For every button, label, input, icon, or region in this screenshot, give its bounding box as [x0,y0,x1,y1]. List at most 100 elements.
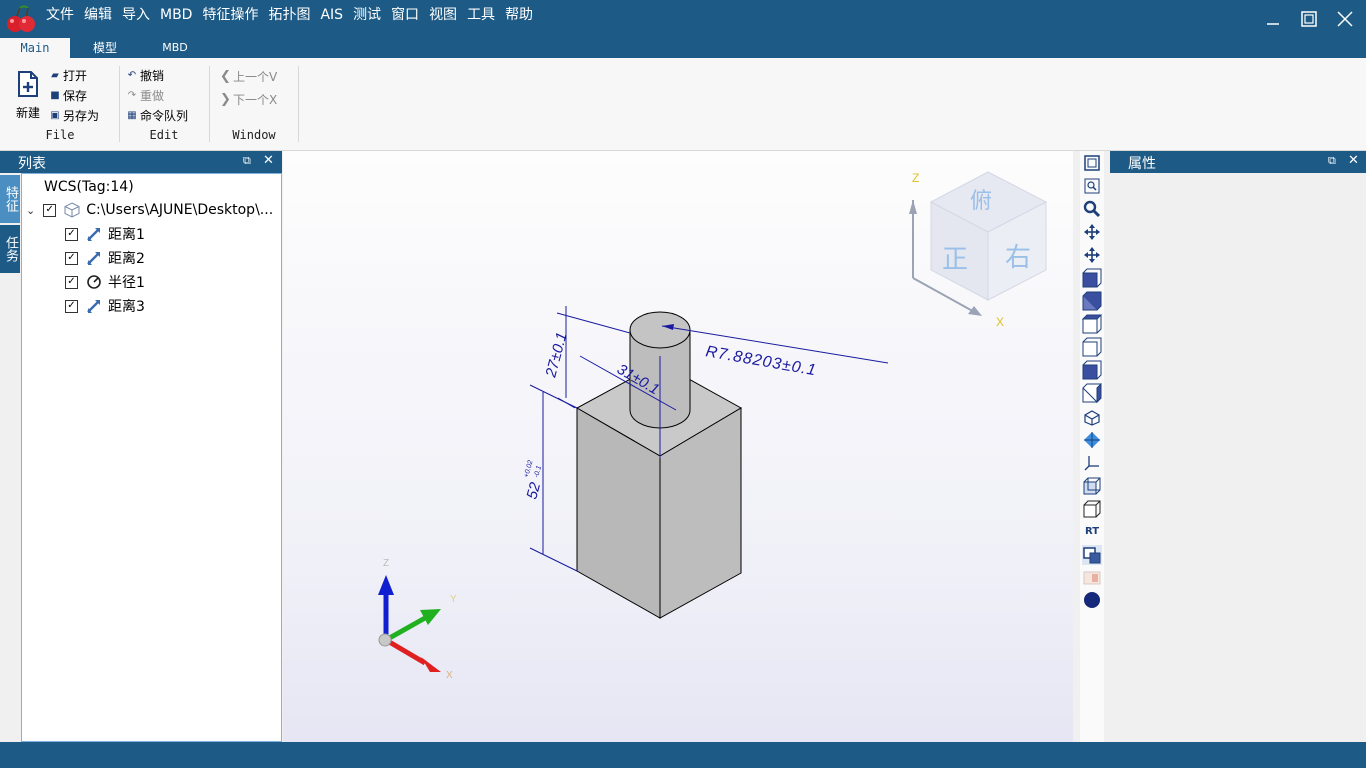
tree-root[interactable]: WCS(Tag:14) [44,175,134,199]
menu-edit[interactable]: 编辑 [84,0,120,30]
menu-window[interactable]: 窗口 [391,0,427,30]
redo-button[interactable]: ↷ 重做 [127,85,164,105]
tree-file-node[interactable]: ⌄ ✓ C:\Users\AJUNE\Desktop\... [26,198,273,222]
ribbon-divider [209,66,210,142]
box-button[interactable] [1082,499,1102,519]
menu-mbd[interactable]: MBD [160,0,200,30]
command-queue-label: 命令队列 [140,108,189,123]
color-button[interactable] [1082,590,1102,610]
command-queue-button[interactable]: ▦ 命令队列 [127,105,188,125]
zoom-window-button[interactable] [1082,176,1102,196]
tree-checkbox[interactable]: ✓ [65,251,78,265]
chevron-left-icon: ❮ [220,68,231,84]
menu-test[interactable]: 测试 [353,0,389,30]
shaded-button[interactable] [1082,430,1102,450]
dimension-icon [87,300,100,313]
menu-import[interactable]: 导入 [122,0,158,30]
group-label-file: File [45,128,75,142]
zoom-button[interactable] [1082,199,1102,219]
menu-tools[interactable]: 工具 [467,0,503,30]
save-label: 保存 [63,88,88,103]
new-label: 新建 [15,106,40,120]
selection-icon [1083,547,1101,564]
selection-button[interactable] [1082,545,1102,565]
tree-item-label: 半径1 [108,275,145,291]
save-as-label: 另存为 [63,108,100,123]
prev-window-button[interactable]: ❮ 上一个V [220,66,277,86]
rotate-icon [1084,247,1100,263]
view-right-icon[interactable] [1082,382,1102,404]
properties-panel-header: 属性 ⧉ ✕ [1110,151,1366,173]
next-window-button[interactable]: ❯ 下一个X [220,89,277,109]
undo-button[interactable]: ↶ 撤销 [127,65,164,85]
pan-button[interactable] [1082,222,1102,242]
view-front-icon[interactable] [1082,268,1102,288]
close-button[interactable] [1322,0,1366,38]
tree-item-distance1[interactable]: ✓ 距离1 [65,222,145,246]
model-canvas[interactable]: 27±0.1 31±0.1 52 +0.02 -0.1 R7.88203±0.1… [283,151,1073,742]
new-file-icon [18,71,38,97]
open-button[interactable]: ▰ 打开 [50,65,87,85]
tab-model[interactable]: 模型 [70,38,140,58]
prev-window-label: 上一个V [233,69,278,84]
3d-viewport[interactable]: 27±0.1 31±0.1 52 +0.02 -0.1 R7.88203±0.1… [283,151,1073,742]
tree-root-label: WCS(Tag:14) [44,179,134,195]
view-left-icon[interactable] [1082,360,1102,380]
new-button[interactable]: 新建 [12,70,44,124]
close-icon [1337,11,1353,27]
menu-file[interactable]: 文件 [46,0,82,30]
material-button[interactable] [1082,568,1102,588]
tree-item-radius1[interactable]: ✓ 半径1 [65,270,145,294]
dimension-icon [87,228,100,241]
menu-help[interactable]: 帮助 [505,0,541,30]
tab-main[interactable]: Main [0,38,70,58]
chevron-down-icon[interactable]: ⌄ [26,204,35,217]
view-top-icon[interactable] [1081,314,1103,334]
menu-feature-ops[interactable]: 特征操作 [202,0,266,30]
next-window-label: 下一个X [233,92,278,107]
redo-icon: ↷ [127,89,137,101]
undo-icon: ↶ [127,69,137,81]
rotate-button[interactable] [1082,245,1102,265]
ribbon-divider [119,66,120,142]
save-button[interactable]: ■ 保存 [50,85,87,105]
tree-item-distance2[interactable]: ✓ 距离2 [65,246,145,270]
list-panel-title: 列表 [18,156,46,172]
view-bottom-icon[interactable] [1082,337,1102,357]
view-cube[interactable]: Z X 俯 正 右 [909,171,1048,329]
menu-topology[interactable]: 拓扑图 [268,0,318,30]
axes-button[interactable] [1082,453,1102,473]
view-iso-button[interactable] [1082,408,1102,428]
float-panel-icon[interactable]: ⧉ [243,154,251,168]
float-panel-icon[interactable]: ⧉ [1328,154,1336,168]
zoom-icon [1083,200,1101,218]
radius-icon [87,275,101,289]
tree-checkbox[interactable]: ✓ [65,275,78,289]
tree-checkbox[interactable]: ✓ [65,227,78,241]
group-label-edit: Edit [149,128,179,142]
view-back-icon[interactable] [1082,291,1102,311]
tree-checkbox[interactable]: ✓ [43,203,57,217]
tab-mbd[interactable]: MBD [140,38,210,58]
shaded-icon [1084,432,1100,448]
minimize-icon [1267,23,1279,25]
fit-all-button[interactable] [1082,153,1102,173]
rt-button[interactable]: RT [1082,521,1102,541]
save-as-button[interactable]: ▣ 另存为 [50,105,99,125]
close-panel-icon[interactable]: ✕ [1348,153,1359,168]
tree-file-label: C:\Users\AJUNE\Desktop\... [86,202,274,218]
close-panel-icon[interactable]: ✕ [263,153,274,168]
wireframe-icon [1083,477,1101,495]
viewcube-axis-x: X [996,315,1004,329]
redo-label: 重做 [140,88,165,103]
vtab-features[interactable]: 特征 [0,175,20,223]
wireframe-button[interactable] [1082,476,1102,496]
vtab-tasks[interactable]: 任务 [0,225,20,273]
group-label-window: Window [232,128,276,142]
menu-view[interactable]: 视图 [429,0,465,30]
tree-checkbox[interactable]: ✓ [65,299,78,313]
menu-ais[interactable]: AIS [320,0,351,30]
properties-panel-title: 属性 [1128,156,1156,172]
tree-item-distance3[interactable]: ✓ 距离3 [65,294,145,318]
chevron-right-icon: ❯ [220,91,231,107]
